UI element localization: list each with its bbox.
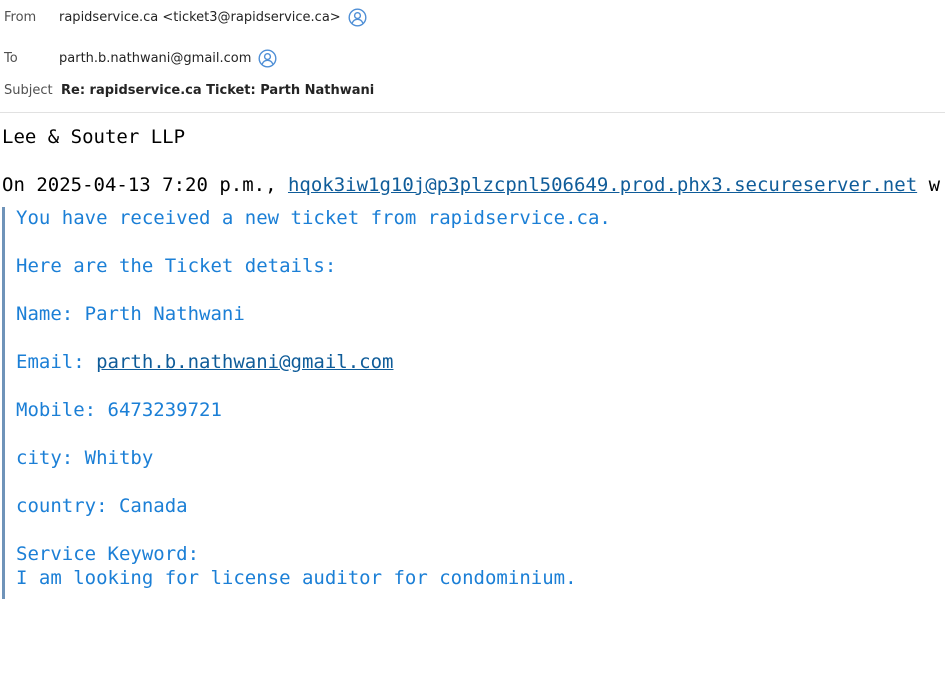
message-body: Lee & Souter LLP On 2025-04-13 7:20 p.m.… bbox=[0, 113, 945, 694]
from-field[interactable]: rapidservice.ca <ticket3@rapidservice.ca… bbox=[59, 7, 367, 27]
to-field[interactable]: parth.b.nathwani@gmail.com bbox=[59, 48, 277, 68]
message-header: From rapidservice.ca <ticket3@rapidservi… bbox=[0, 0, 945, 113]
from-value[interactable]: rapidservice.ca <ticket3@rapidservice.ca… bbox=[59, 10, 341, 25]
quote-name: Name: Parth Nathwani bbox=[16, 303, 245, 325]
quote-mobile: Mobile: 6473239721 bbox=[16, 399, 222, 421]
quote-email-link[interactable]: parth.b.nathwani@gmail.com bbox=[96, 351, 393, 373]
subject-value: Re: rapidservice.ca Ticket: Parth Nathwa… bbox=[61, 82, 375, 98]
from-label: From bbox=[4, 9, 37, 25]
subject-label: Subject bbox=[4, 82, 53, 98]
contact-card-icon[interactable] bbox=[258, 48, 277, 68]
quote-keyword-label: Service Keyword: bbox=[16, 543, 200, 565]
contact-card-icon[interactable] bbox=[348, 7, 367, 27]
to-value[interactable]: parth.b.nathwani@gmail.com bbox=[59, 51, 251, 66]
attribution-prefix: On 2025-04-13 7:20 p.m., bbox=[2, 174, 288, 196]
quote-intro: You have received a new ticket from rapi… bbox=[16, 207, 611, 229]
attribution-email-link[interactable]: hqok3iw1g10j@p3plzcpnl506649.prod.phx3.s… bbox=[288, 174, 917, 196]
quote-email-label: Email: bbox=[16, 351, 97, 373]
sender-signature: Lee & Souter LLP bbox=[2, 126, 186, 148]
quote-email: Email: parth.b.nathwani@gmail.com bbox=[16, 351, 394, 373]
quote-country: country: Canada bbox=[16, 495, 188, 517]
to-label: To bbox=[4, 50, 18, 66]
attribution-suffix: w bbox=[917, 174, 941, 196]
quote-keyword-value: I am looking for license auditor for con… bbox=[16, 567, 577, 589]
reply-attribution: On 2025-04-13 7:20 p.m., hqok3iw1g10j@p3… bbox=[2, 174, 940, 196]
quote-details-heading: Here are the Ticket details: bbox=[16, 255, 337, 277]
quoted-message: You have received a new ticket from rapi… bbox=[2, 207, 935, 599]
quote-city: city: Whitby bbox=[16, 447, 154, 469]
